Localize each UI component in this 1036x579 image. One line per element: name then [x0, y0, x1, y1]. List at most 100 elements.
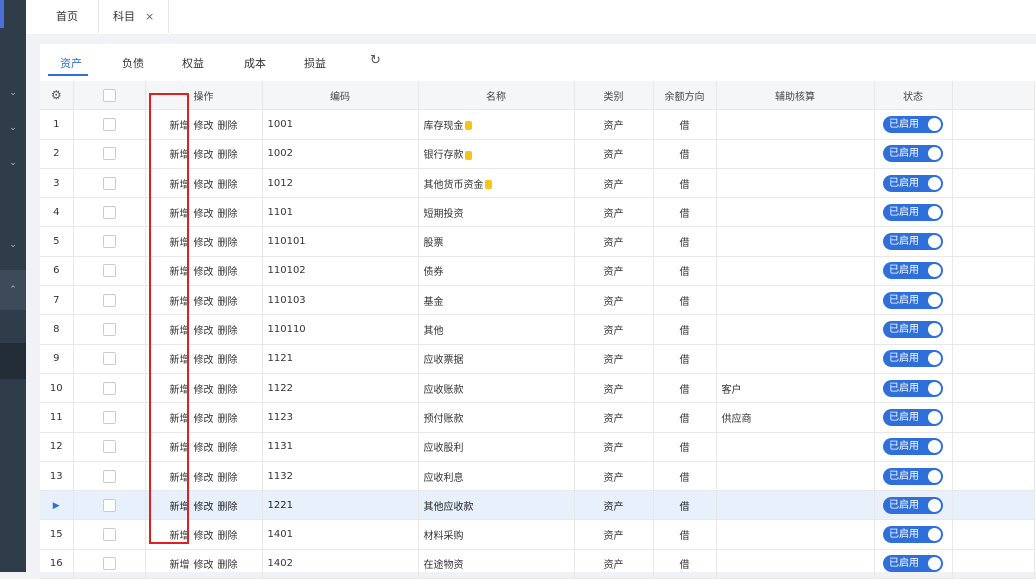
column-header-status[interactable]: 状态: [874, 81, 953, 111]
row-checkbox-cell[interactable]: [73, 226, 146, 257]
edit-link[interactable]: 修改: [194, 238, 214, 249]
delete-link[interactable]: 删除: [218, 355, 238, 366]
delete-link[interactable]: 删除: [218, 238, 238, 249]
close-icon[interactable]: ×: [145, 10, 154, 23]
tab-subject[interactable]: 科目 ×: [98, 0, 170, 33]
row-checkbox[interactable]: [102, 147, 116, 161]
select-all-checkbox[interactable]: [102, 88, 116, 102]
column-header-direction[interactable]: 余额方向: [653, 81, 717, 111]
status-toggle[interactable]: 已启用: [883, 408, 943, 426]
edit-link[interactable]: 修改: [194, 355, 214, 366]
delete-link[interactable]: 删除: [218, 150, 238, 161]
table-row[interactable]: 10 新增 修改 删除 1122 应收账款 资产借客户 已启用: [40, 373, 1035, 404]
table-row[interactable]: 6 新增 修改 删除 110102 债券 资产借已启用: [40, 256, 1035, 287]
add-link[interactable]: 新增: [170, 531, 190, 542]
row-checkbox[interactable]: [102, 117, 116, 131]
row-checkbox-cell[interactable]: [73, 373, 146, 404]
status-toggle[interactable]: 已启用: [883, 291, 943, 309]
add-link[interactable]: 新增: [170, 150, 190, 161]
add-link[interactable]: 新增: [170, 385, 190, 396]
status-toggle[interactable]: 已启用: [883, 321, 943, 339]
table-row[interactable]: 1 新增 修改 删除 1001 库存现金 资产借已启用: [40, 109, 1035, 140]
edit-link[interactable]: 修改: [194, 443, 214, 454]
refresh-icon[interactable]: ↻: [370, 53, 381, 68]
delete-link[interactable]: 删除: [218, 560, 238, 571]
row-checkbox[interactable]: [102, 381, 116, 395]
row-checkbox[interactable]: [102, 410, 116, 424]
add-link[interactable]: 新增: [170, 326, 190, 337]
edit-link[interactable]: 修改: [194, 385, 214, 396]
row-checkbox[interactable]: [102, 293, 116, 307]
column-header-name[interactable]: 名称: [418, 81, 575, 111]
tab-liabilities[interactable]: 负债: [122, 55, 144, 71]
row-checkbox-cell[interactable]: [73, 197, 146, 228]
add-link[interactable]: 新增: [170, 121, 190, 132]
table-row[interactable]: ▶ 新增 修改 删除 1221 其他应收款 资产借已启用: [40, 490, 1035, 521]
edit-link[interactable]: 修改: [194, 209, 214, 220]
table-row[interactable]: 4 新增 修改 删除 1101 短期投资 资产借已启用: [40, 197, 1035, 228]
delete-link[interactable]: 删除: [218, 502, 238, 513]
add-link[interactable]: 新增: [170, 267, 190, 278]
delete-link[interactable]: 删除: [218, 326, 238, 337]
status-toggle[interactable]: 已启用: [883, 203, 943, 221]
row-checkbox[interactable]: [102, 235, 116, 249]
edit-link[interactable]: 修改: [194, 531, 214, 542]
row-checkbox[interactable]: [102, 205, 116, 219]
table-row[interactable]: 13 新增 修改 删除 1132 应收利息 资产借已启用: [40, 461, 1035, 492]
add-link[interactable]: 新增: [170, 560, 190, 571]
settings-header[interactable]: ⚙: [40, 81, 74, 111]
row-checkbox[interactable]: [102, 557, 116, 571]
edit-link[interactable]: 修改: [194, 267, 214, 278]
delete-link[interactable]: 删除: [218, 531, 238, 542]
row-checkbox[interactable]: [102, 440, 116, 454]
add-link[interactable]: 新增: [170, 502, 190, 513]
row-checkbox-cell[interactable]: [73, 490, 146, 521]
row-checkbox[interactable]: [102, 528, 116, 542]
tab-profit-loss[interactable]: 损益: [304, 55, 326, 71]
chevron-down-icon[interactable]: ⌄: [8, 88, 18, 98]
row-checkbox-cell[interactable]: [73, 432, 146, 462]
column-header-type[interactable]: 类别: [574, 81, 654, 111]
table-row[interactable]: 7 新增 修改 删除 110103 基金 资产借已启用: [40, 285, 1035, 316]
chevron-down-icon[interactable]: ⌄: [8, 158, 18, 168]
status-toggle[interactable]: 已启用: [883, 174, 943, 192]
row-checkbox[interactable]: [102, 469, 116, 483]
row-checkbox-cell[interactable]: [73, 256, 146, 287]
row-checkbox-cell[interactable]: [73, 314, 146, 345]
table-row[interactable]: 5 新增 修改 删除 110101 股票 资产借已启用: [40, 226, 1035, 257]
table-row[interactable]: 8 新增 修改 删除 110110 其他 资产借已启用: [40, 314, 1035, 345]
row-checkbox[interactable]: [102, 352, 116, 366]
table-row[interactable]: 12 新增 修改 删除 1131 应收股利 资产借已启用: [40, 432, 1035, 462]
delete-link[interactable]: 删除: [218, 443, 238, 454]
table-row[interactable]: 15 新增 修改 删除 1401 材料采购 资产借已启用: [40, 519, 1035, 550]
status-toggle[interactable]: 已启用: [883, 379, 943, 397]
row-checkbox-cell[interactable]: [73, 344, 146, 374]
select-all-header[interactable]: [73, 81, 146, 111]
row-checkbox-cell[interactable]: [73, 549, 146, 579]
edit-link[interactable]: 修改: [194, 121, 214, 132]
delete-link[interactable]: 删除: [218, 209, 238, 220]
status-toggle[interactable]: 已启用: [883, 438, 943, 456]
add-link[interactable]: 新增: [170, 443, 190, 454]
delete-link[interactable]: 删除: [218, 180, 238, 191]
delete-link[interactable]: 删除: [218, 385, 238, 396]
add-link[interactable]: 新增: [170, 209, 190, 220]
add-link[interactable]: 新增: [170, 180, 190, 191]
status-toggle[interactable]: 已启用: [883, 555, 943, 573]
add-link[interactable]: 新增: [170, 238, 190, 249]
status-toggle[interactable]: 已启用: [883, 467, 943, 485]
status-toggle[interactable]: 已启用: [883, 145, 943, 163]
status-toggle[interactable]: 已启用: [883, 350, 943, 368]
tab-equity[interactable]: 权益: [182, 55, 204, 71]
row-checkbox-cell[interactable]: [73, 402, 146, 433]
table-row[interactable]: 3 新增 修改 删除 1012 其他货币资金 资产借已启用: [40, 168, 1035, 199]
row-checkbox[interactable]: [102, 498, 116, 512]
row-checkbox[interactable]: [102, 323, 116, 337]
table-row[interactable]: 16 新增 修改 删除 1402 在途物资 资产借已启用: [40, 549, 1035, 579]
chevron-down-icon[interactable]: ⌄: [8, 240, 18, 250]
sidebar-active-item[interactable]: [0, 343, 26, 379]
add-link[interactable]: 新增: [170, 473, 190, 484]
table-row[interactable]: 11 新增 修改 删除 1123 预付账款 资产借供应商 已启用: [40, 402, 1035, 433]
delete-link[interactable]: 删除: [218, 297, 238, 308]
edit-link[interactable]: 修改: [194, 502, 214, 513]
